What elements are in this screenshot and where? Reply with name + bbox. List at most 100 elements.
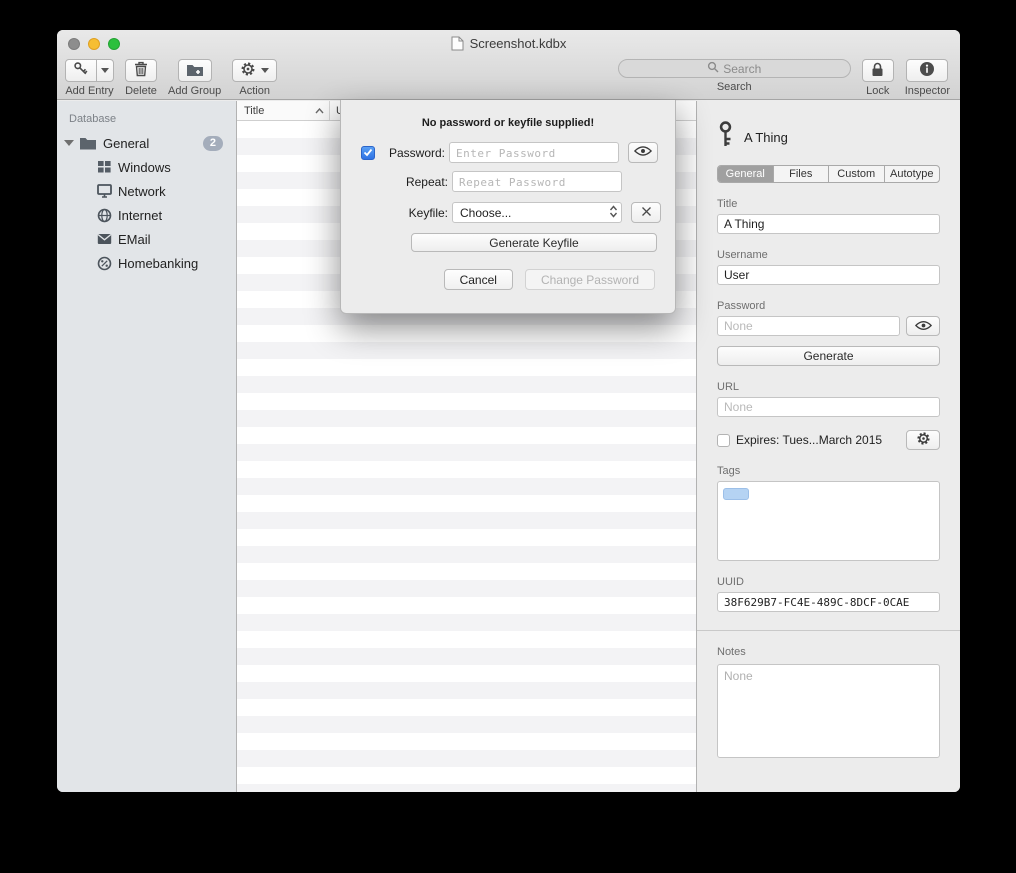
sidebar-item-internet[interactable]: Internet [57,203,236,227]
delete-button[interactable] [125,59,157,82]
url-field[interactable] [717,397,940,417]
repeat-row: Repeat: [341,171,675,192]
clear-keyfile-button[interactable] [631,202,661,223]
folder-icon [79,136,97,150]
entry-header: A Thing [717,123,940,151]
inspector-divider [697,630,960,631]
url-label: URL [717,381,940,393]
sidebar-item-label: Internet [118,208,162,223]
title-label: Title [717,198,940,210]
title-field[interactable] [717,214,940,234]
titlebar[interactable]: Screenshot.kdbx [57,30,960,56]
add-group-button[interactable] [178,59,212,82]
sidebar-item-homebanking[interactable]: Homebanking [57,251,236,275]
chevron-down-icon [261,68,269,73]
add-entry-label: Add Entry [65,85,113,97]
search-item: Search Search [618,59,851,93]
repeat-password-input[interactable] [452,171,622,192]
action-item: Action [232,59,277,97]
password-row: Password: [341,142,675,163]
tab-autotype[interactable]: Autotype [884,166,940,182]
reveal-password-button[interactable] [906,316,940,336]
lock-item: Lock [862,59,894,97]
username-label: Username [717,249,940,261]
cancel-button[interactable]: Cancel [444,269,513,290]
window-title-text: Screenshot.kdbx [470,36,567,51]
add-entry-dropdown-button[interactable] [97,59,114,82]
tags-field[interactable] [717,481,940,561]
sidebar-item-general[interactable]: General 2 [57,131,236,155]
keyfile-select[interactable]: Choose... [452,202,622,223]
window-title: Screenshot.kdbx [57,30,960,56]
keyfile-selected-value: Choose... [460,206,609,220]
password-label: Password [717,300,940,312]
sidebar-item-windows[interactable]: Windows [57,155,236,179]
notes-field[interactable] [717,664,940,758]
generate-button[interactable]: Generate [717,346,940,366]
search-input[interactable]: Search [618,59,851,78]
expires-row: Expires: Tues...March 2015 [717,430,940,450]
checkmark-icon [363,144,373,162]
tag-pill[interactable] [723,488,749,500]
inspector-item: Inspector [905,59,950,97]
password-checkbox[interactable] [361,146,375,160]
password-label: Password: [378,146,445,160]
change-password-sheet: No password or keyfile supplied! Passwor… [340,100,676,314]
inspector-button[interactable] [906,59,948,82]
keyfile-row: Keyfile: Choose... [341,202,675,223]
column-header-title[interactable]: Title [237,101,330,120]
sidebar: Database General 2 Windows [57,101,237,792]
folder-plus-icon [186,62,204,80]
sidebar-header: Database [57,111,236,131]
action-button[interactable] [232,59,277,82]
lock-button[interactable] [862,59,894,82]
expires-label: Expires: Tues...March 2015 [736,433,882,447]
add-group-label: Add Group [168,85,221,97]
delete-label: Delete [125,85,157,97]
magnifier-icon [707,60,719,78]
reveal-password-button[interactable] [628,142,658,163]
inspector-tabs: General Files Custom Autotype [717,165,940,183]
key-icon [717,121,734,153]
screen: Screenshot.kdbx [0,0,1016,873]
generate-keyfile-button[interactable]: Generate Keyfile [411,233,657,252]
tab-custom[interactable]: Custom [828,166,884,182]
sidebar-item-email[interactable]: EMail [57,227,236,251]
search-label: Search [717,81,752,93]
gear-icon [916,431,931,449]
count-badge: 2 [203,136,223,151]
inspector-panel: A Thing General Files Custom Autotype Ti… [696,101,960,792]
change-password-button[interactable]: Change Password [525,269,655,290]
window-grid-icon [97,160,112,174]
tags-label: Tags [717,465,940,477]
entry-title: A Thing [744,130,788,145]
toolbar: Add Entry Delete [57,56,960,99]
disclosure-triangle-icon[interactable] [64,140,74,146]
envelope-icon [97,233,112,245]
password-input[interactable] [449,142,619,163]
username-field[interactable] [717,265,940,285]
sidebar-item-label: General [103,136,149,151]
tab-general[interactable]: General [718,166,773,182]
app-window: Screenshot.kdbx [57,30,960,792]
percent-coin-icon [97,256,112,271]
password-field[interactable] [717,316,900,336]
globe-icon [97,208,112,223]
padlock-icon [871,62,884,80]
eye-icon [634,145,652,160]
monitor-icon [97,184,112,198]
lock-label: Lock [866,85,889,97]
add-entry-item: Add Entry [65,59,114,97]
tab-files[interactable]: Files [773,166,829,182]
column-title-label: Title [244,105,264,117]
sheet-message: No password or keyfile supplied! [341,100,675,129]
expires-checkbox[interactable] [717,434,730,447]
action-label: Action [239,85,270,97]
add-entry-button[interactable] [65,59,97,82]
uuid-label: UUID [717,576,940,588]
add-group-item: Add Group [168,59,221,97]
uuid-field[interactable] [717,592,940,612]
info-circle-icon [919,61,935,80]
expires-settings-button[interactable] [906,430,940,450]
sidebar-item-network[interactable]: Network [57,179,236,203]
